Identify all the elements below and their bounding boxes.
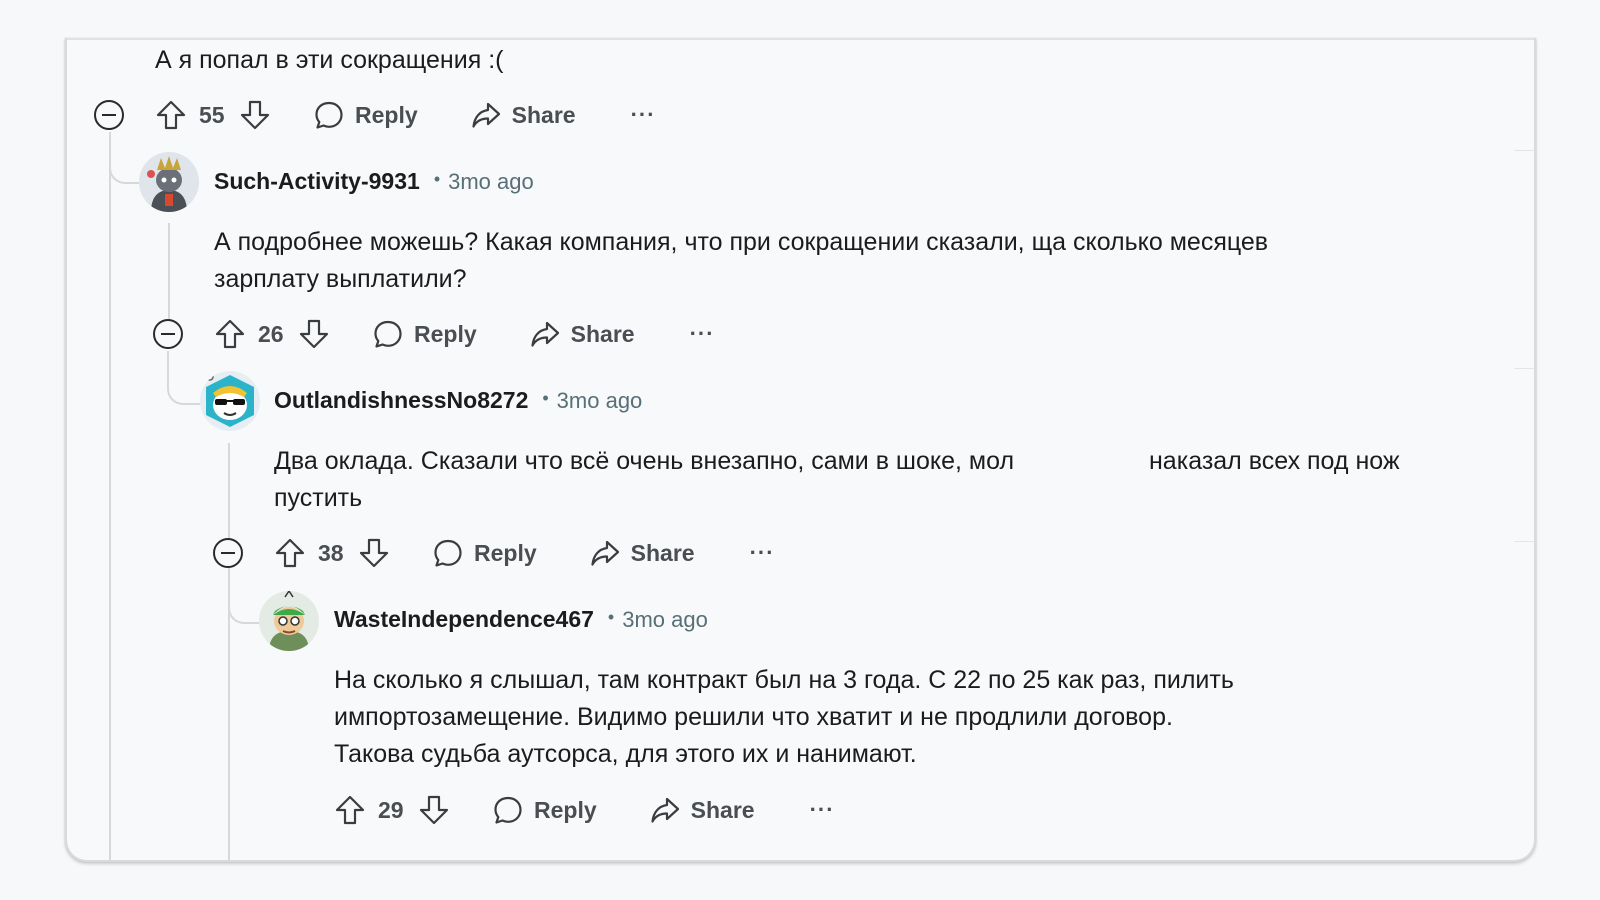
thread-connector <box>228 590 262 624</box>
avatar[interactable] <box>200 371 260 431</box>
reply-button[interactable]: Reply <box>372 318 477 350</box>
separator-dot: • <box>433 169 441 189</box>
more-options-icon[interactable]: ··· <box>631 102 656 128</box>
timestamp[interactable]: 3mo ago <box>622 607 708 633</box>
comment-header: WasteIndependence467 • 3mo ago <box>334 606 708 633</box>
username[interactable]: WasteIndependence467 <box>334 606 594 633</box>
more-options-icon[interactable]: ··· <box>810 797 835 823</box>
card-top-border <box>67 38 1534 40</box>
upvote-icon[interactable] <box>214 318 246 350</box>
timestamp[interactable]: 3mo ago <box>448 169 534 195</box>
thread-line[interactable] <box>167 351 169 371</box>
comment-header: Such-Activity-9931 • 3mo ago <box>214 168 534 195</box>
share-button[interactable]: Share <box>589 537 695 569</box>
thread-connector <box>167 371 201 405</box>
upvote-icon[interactable] <box>274 537 306 569</box>
upvote-icon[interactable] <box>155 99 187 131</box>
downvote-icon[interactable] <box>358 537 390 569</box>
vote-score: 26 <box>258 320 284 347</box>
comment-body: На сколько я слышал, там контракт был на… <box>334 666 1234 694</box>
share-button[interactable]: Share <box>649 794 755 826</box>
more-options-icon[interactable]: ··· <box>750 540 775 566</box>
comment-body: А я попал в эти сокращения :( <box>155 46 504 74</box>
divider <box>1514 150 1534 151</box>
reply-button[interactable]: Reply <box>432 537 537 569</box>
comment-actions: 38 Reply Share ··· <box>274 533 775 573</box>
divider <box>1514 541 1534 542</box>
reply-button[interactable]: Reply <box>313 99 418 131</box>
downvote-icon[interactable] <box>418 794 450 826</box>
share-arrow-icon <box>649 794 681 826</box>
separator-dot: • <box>542 388 549 408</box>
comment-thread-card: А я попал в эти сокращения :( 55 Reply S… <box>65 38 1536 862</box>
thread-line[interactable] <box>168 223 170 321</box>
reply-bubble-icon <box>313 99 345 131</box>
comment-actions: 26 Reply Share ··· <box>214 314 715 354</box>
username[interactable]: OutlandishnessNo8272 <box>274 387 528 414</box>
more-options-icon[interactable]: ··· <box>690 321 715 347</box>
comment-body: А подробнее можешь? Какая компания, что … <box>214 228 1269 256</box>
comment-body: пустить <box>274 484 363 512</box>
separator-dot: • <box>607 607 615 627</box>
thread-connector <box>109 152 139 184</box>
share-arrow-icon <box>529 318 561 350</box>
vote-score: 38 <box>318 539 344 566</box>
comment-actions: 29 Reply Share ··· <box>334 790 835 830</box>
avatar[interactable] <box>139 152 199 212</box>
comment-actions: 55 Reply Share ··· <box>155 95 656 135</box>
comment-body: зарплату выплатили? <box>214 265 467 293</box>
vote-score: 55 <box>199 101 225 128</box>
reply-bubble-icon <box>492 794 524 826</box>
comment-header: OutlandishnessNo8272 • 3mo ago <box>274 387 642 414</box>
share-arrow-icon <box>589 537 621 569</box>
collapse-icon[interactable] <box>153 319 183 349</box>
collapse-icon[interactable] <box>94 100 124 130</box>
share-button[interactable]: Share <box>470 99 576 131</box>
share-arrow-icon <box>470 99 502 131</box>
thread-line[interactable] <box>109 132 111 860</box>
comment-body: Два оклада. Сказали что всё очень внезап… <box>274 447 1015 475</box>
divider <box>1514 368 1534 369</box>
downvote-icon[interactable] <box>298 318 330 350</box>
comment-body: Такова судьба аутсорса, для этого их и н… <box>334 740 917 768</box>
upvote-icon[interactable] <box>334 794 366 826</box>
timestamp[interactable]: 3mo ago <box>557 388 643 414</box>
avatar[interactable] <box>259 591 319 651</box>
downvote-icon[interactable] <box>239 99 271 131</box>
reply-bubble-icon <box>372 318 404 350</box>
reply-button[interactable]: Reply <box>492 794 597 826</box>
share-button[interactable]: Share <box>529 318 635 350</box>
comment-body: импортозамещение. Видимо решили что хват… <box>334 703 1173 731</box>
vote-score: 29 <box>378 796 404 823</box>
comment-body: наказал всех под нож <box>1149 447 1400 475</box>
collapse-icon[interactable] <box>213 538 243 568</box>
reply-bubble-icon <box>432 537 464 569</box>
username[interactable]: Such-Activity-9931 <box>214 168 420 195</box>
